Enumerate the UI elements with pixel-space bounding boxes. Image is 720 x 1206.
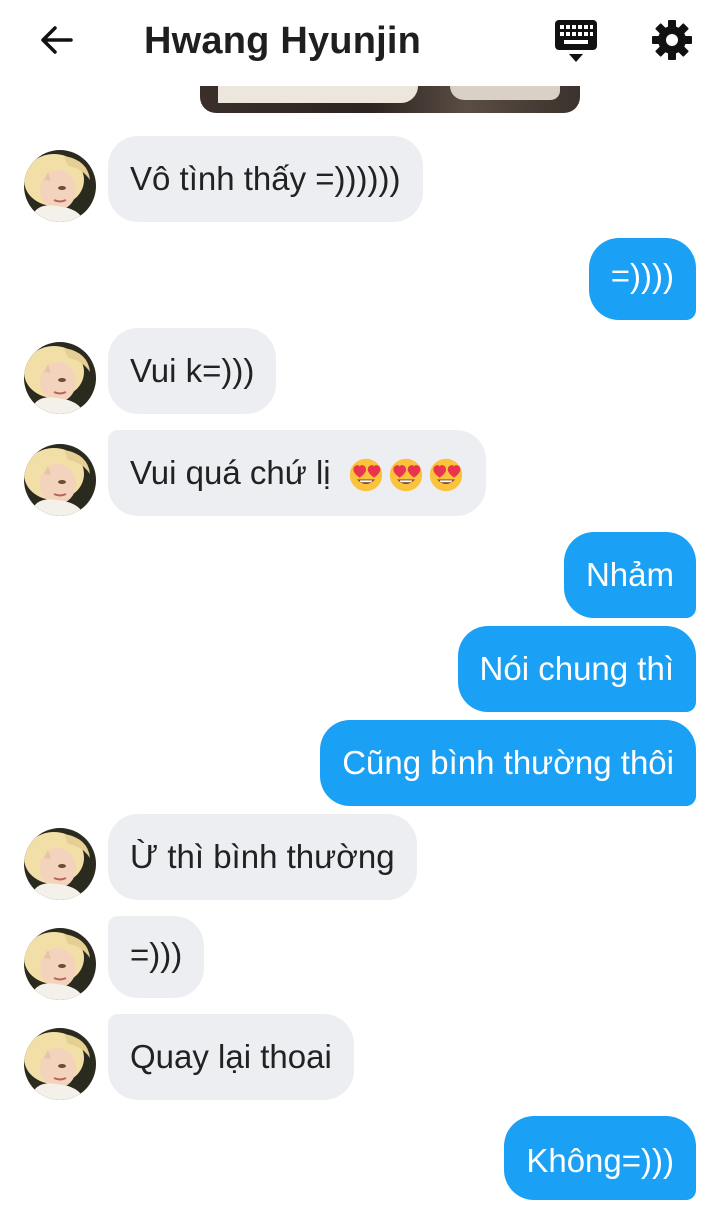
back-button[interactable] [34, 20, 78, 60]
outgoing-message[interactable]: =)))) [588, 238, 696, 320]
outgoing-message[interactable]: Cũng bình thường thôi [320, 720, 696, 806]
incoming-message[interactable]: Vô tình thấy =)))))) [108, 136, 423, 222]
chat-title: Hwang Hyunjin [144, 20, 422, 62]
avatar[interactable] [24, 1028, 96, 1100]
heart-eyes-emoji-icon [428, 457, 464, 493]
shared-photo[interactable] [200, 86, 580, 113]
heart-eyes-emoji-icon [348, 457, 384, 493]
avatar[interactable] [24, 342, 96, 414]
settings-button[interactable] [648, 16, 696, 64]
outgoing-message[interactable]: Nhảm [563, 532, 696, 618]
incoming-message[interactable]: Ừ thì bình thường [108, 814, 417, 900]
chat-header: Hwang Hyunjin [0, 0, 720, 86]
gear-icon [652, 20, 692, 60]
avatar[interactable] [24, 444, 96, 516]
incoming-message[interactable]: =))) [108, 916, 205, 998]
avatar[interactable] [24, 928, 96, 1000]
keyboard-icon [555, 20, 597, 62]
outgoing-message[interactable]: Không=))) [504, 1116, 696, 1200]
incoming-message[interactable]: Vui k=))) [108, 328, 277, 414]
avatar[interactable] [24, 150, 96, 222]
heart-eyes-emoji-icon [388, 457, 424, 493]
incoming-message[interactable]: Vui quá chứ lị [108, 430, 486, 516]
outgoing-message[interactable]: Nói chung thì [457, 626, 696, 712]
incoming-message[interactable]: Quay lại thoai [108, 1014, 354, 1100]
message-text: Vui quá chứ lị [130, 454, 331, 491]
avatar[interactable] [24, 828, 96, 900]
arrow-left-icon [41, 26, 73, 54]
keyboard-toggle-button[interactable] [553, 18, 599, 64]
